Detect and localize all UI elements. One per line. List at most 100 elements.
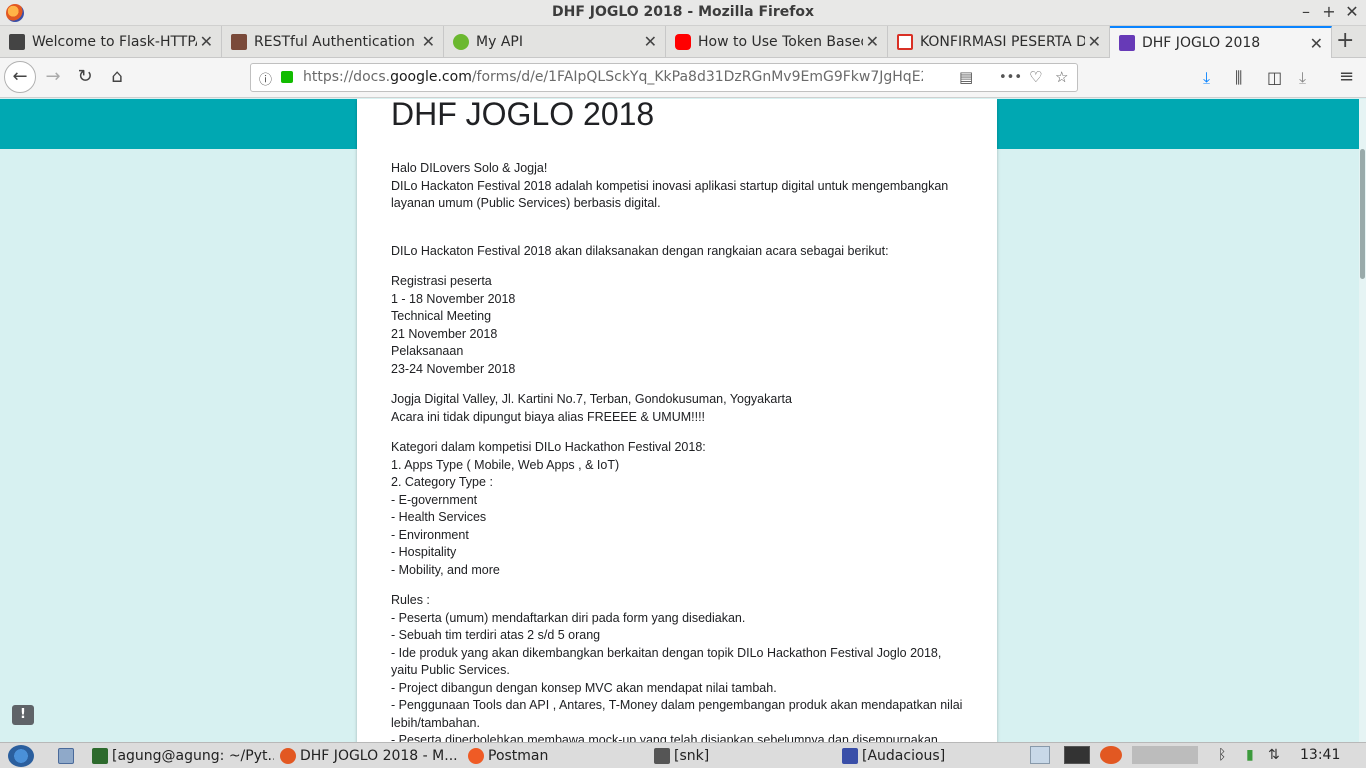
close-tab-icon[interactable]: ✕ [644, 32, 657, 51]
close-tab-icon[interactable]: ✕ [1088, 32, 1101, 51]
tab-restful-auth[interactable]: RESTful Authentication with ✕ [222, 26, 444, 58]
url-prefix: https://docs. [303, 69, 391, 85]
network-icon[interactable]: ⇅ [1268, 747, 1280, 763]
description-line: 23-24 November 2018 [391, 361, 516, 376]
taskbar-item-label: Postman [488, 748, 549, 764]
terminal-icon [92, 748, 108, 764]
close-tab-icon[interactable]: ✕ [422, 32, 435, 51]
url-bar[interactable]: ⓘ https://docs.google.com/forms/d/e/1FAI… [250, 63, 1078, 92]
tab-label: RESTful Authentication with [254, 34, 419, 50]
description-line: 21 November 2018 [391, 326, 498, 341]
tab-label: Welcome to Flask-HTTPAuth [32, 34, 197, 50]
sidebar-icon[interactable]: ◫ [1267, 68, 1282, 87]
home-button[interactable]: ⌂ [105, 66, 129, 87]
close-window-button[interactable]: ✕ [1342, 2, 1362, 21]
lock-icon [281, 71, 293, 83]
tab-label: My API [476, 34, 523, 50]
tab-gmail-konfirmasi[interactable]: KONFIRMASI PESERTA DHF ✕ [888, 26, 1110, 58]
os-taskbar: [agung@agung: ~/Pyt... DHF JOGLO 2018 - … [0, 742, 1366, 768]
page-viewport: DHF JOGLO 2018 Halo DILovers Solo & Jogj… [0, 99, 1366, 742]
bookmark-star-icon[interactable]: ☆ [1055, 68, 1068, 86]
scroll-thumb[interactable] [1360, 149, 1365, 279]
description-line: - Environment [391, 527, 469, 542]
taskbar-item-label: DHF JOGLO 2018 - M... [300, 748, 458, 764]
new-tab-button[interactable]: + [1336, 28, 1354, 53]
reader-view-icon[interactable]: ▤ [959, 68, 973, 86]
folder-icon [654, 748, 670, 764]
avatar-favicon-icon [231, 34, 247, 50]
workspace-1[interactable] [1030, 746, 1050, 764]
description-line: - Sebuah tim terdiri atas 2 s/d 5 orang [391, 628, 601, 642]
taskbar-item-postman[interactable]: Postman [468, 745, 628, 767]
description-paragraph: Registrasi peserta 1 - 18 November 2018 Te… [391, 273, 966, 378]
description-line: Pelaksanaan [391, 344, 464, 358]
audacious-icon [842, 748, 858, 764]
description-line: Rules : [391, 593, 430, 607]
minimize-button[interactable]: – [1296, 2, 1316, 21]
description-line: DILo Hackaton Festival 2018 adalah kompe… [391, 178, 949, 211]
description-line: Registrasi peserta [391, 274, 492, 288]
form-description: Halo DILovers Solo & Jogja! DILo Hackaton… [391, 160, 966, 742]
clock[interactable]: 13:41 [1300, 747, 1340, 763]
bluetooth-icon[interactable]: ᛒ [1218, 747, 1226, 763]
taskbar-item-firefox[interactable]: DHF JOGLO 2018 - M... [280, 745, 460, 767]
description-line: - Peserta diperbolehkan membawa mock-up … [391, 733, 938, 742]
reload-button[interactable]: ↻ [73, 66, 97, 87]
tab-label: How to Use Token Based [698, 34, 863, 50]
show-desktop-button[interactable] [58, 745, 84, 767]
info-icon[interactable]: ⓘ [259, 69, 272, 88]
taskbar-item-terminal[interactable]: [agung@agung: ~/Pyt... [92, 745, 274, 767]
form-title: DHF JOGLO 2018 [391, 99, 655, 132]
taskbar-item-label: [agung@agung: ~/Pyt... [112, 748, 274, 764]
tab-flask-httpauth[interactable]: Welcome to Flask-HTTPAuth ✕ [0, 26, 222, 58]
workspace-firefox-thumb[interactable] [1100, 746, 1122, 764]
taskbar-item-audacious[interactable]: [Audacious] [842, 745, 1012, 767]
description-paragraph: Kategori dalam kompetisi DILo Hackathon … [391, 439, 966, 579]
library-icon[interactable]: ⫼ [1235, 68, 1242, 88]
close-tab-icon[interactable]: ✕ [866, 32, 879, 51]
hamburger-menu-icon[interactable]: ≡ [1339, 66, 1354, 87]
battery-icon[interactable]: ▮ [1246, 747, 1254, 763]
description-line: - E-government [391, 492, 478, 507]
workspace-terminal-thumb[interactable] [1064, 746, 1090, 764]
feedback-icon[interactable]: ! [12, 705, 34, 725]
description-line: DILo Hackaton Festival 2018 akan dilaksa… [391, 243, 889, 258]
page-actions-icon[interactable]: ••• [999, 70, 1022, 85]
tab-dhf-joglo[interactable]: DHF JOGLO 2018 ✕ [1110, 26, 1332, 58]
form-card: DHF JOGLO 2018 Halo DILovers Solo & Jogj… [357, 99, 997, 742]
tab-youtube-token[interactable]: How to Use Token Based ✕ [666, 26, 888, 58]
description-paragraph: Halo DILovers Solo & Jogja! DILo Hackaton… [391, 160, 966, 213]
start-menu-icon[interactable] [8, 745, 34, 767]
pocket-icon[interactable]: ♡ [1029, 68, 1042, 86]
forward-button[interactable]: → [41, 66, 65, 87]
description-paragraph: Jogja Digital Valley, Jl. Kartini No.7, … [391, 391, 966, 426]
url-text[interactable]: https://docs.google.com/forms/d/e/1FAIpQ… [303, 69, 923, 85]
desktop-icon [58, 748, 74, 764]
downloads-icon[interactable]: ⤓ [1203, 68, 1210, 88]
description-line: - Hospitality [391, 545, 457, 559]
firefox-icon [280, 748, 296, 764]
description-line: Technical Meeting [391, 309, 492, 323]
taskbar-item-label: [snk] [674, 748, 710, 764]
download-arrow-icon[interactable]: ⤓ [1299, 68, 1306, 88]
doc-favicon-icon [9, 34, 25, 50]
url-path: /forms/d/e/1FAIpQLSckYq_KkPa8d31DzRGnMv9… [471, 69, 923, 85]
description-line: Kategori dalam kompetisi DILo Hackathon … [391, 440, 706, 454]
description-line: - Ide produk yang akan dikembangkan berk… [391, 645, 942, 678]
tab-my-api[interactable]: My API ✕ [444, 26, 666, 58]
gmail-favicon-icon [897, 34, 913, 50]
maximize-button[interactable]: + [1319, 2, 1339, 21]
close-tab-icon[interactable]: ✕ [200, 32, 213, 51]
description-line: Halo DILovers Solo & Jogja! [391, 161, 548, 175]
scrollbar[interactable] [1359, 99, 1366, 742]
forms-favicon-icon [1119, 35, 1135, 51]
description-line: Jogja Digital Valley, Jl. Kartini No.7, … [391, 392, 792, 406]
taskbar-item-snk[interactable]: [snk] [654, 745, 824, 767]
description-paragraph: Rules : - Peserta (umum) mendaftarkan dir… [391, 592, 966, 742]
back-button[interactable]: ← [4, 61, 36, 93]
description-line: Acara ini tidak dipungut biaya alias FRE… [391, 409, 706, 424]
workspace-empty[interactable] [1132, 746, 1198, 764]
url-domain: google.com [390, 69, 472, 85]
close-tab-icon[interactable]: ✕ [1310, 34, 1323, 53]
window-titlebar: DHF JOGLO 2018 - Mozilla Firefox – + ✕ [0, 0, 1366, 26]
